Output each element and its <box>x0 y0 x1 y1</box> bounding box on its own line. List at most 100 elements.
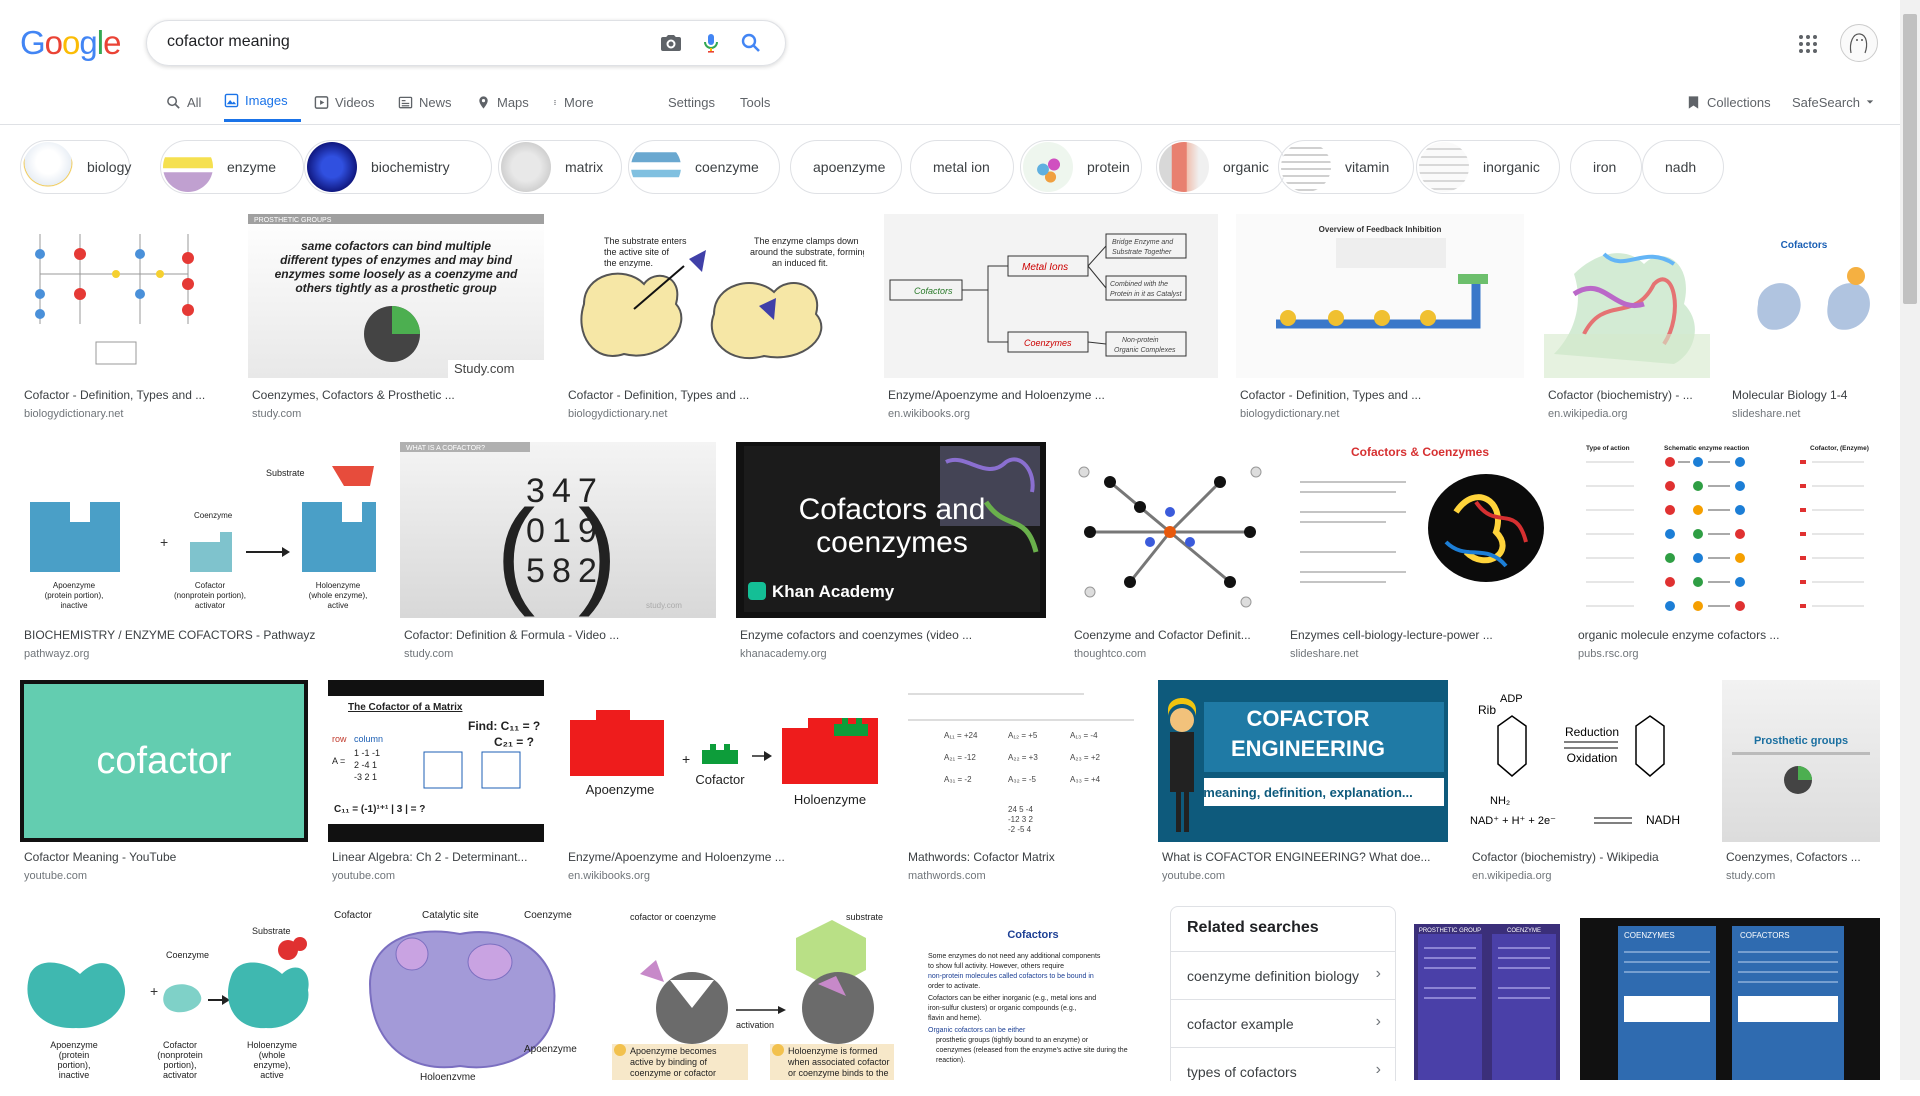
result-thumbnail[interactable]: PROSTHETIC GROUP COENZYME <box>1414 924 1560 1080</box>
image-result[interactable]: Apoenzyme + Cofactor Holoenzyme Enzyme/A… <box>564 680 884 886</box>
image-result[interactable]: The Cofactor of a Matrix Find: C₁₁ = ? C… <box>328 680 544 886</box>
result-caption[interactable]: Cofactor - Definition, Types and ... <box>1240 388 1524 402</box>
result-caption[interactable]: Molecular Biology 1-4 <box>1732 388 1880 402</box>
result-source[interactable]: thoughtco.com <box>1074 648 1146 660</box>
result-caption[interactable]: Cofactor Meaning - YouTube <box>24 850 308 864</box>
camera-icon[interactable] <box>659 31 683 55</box>
result-source[interactable]: study.com <box>252 408 301 420</box>
result-thumbnail[interactable]: Overview of Feedback Inhibition <box>1236 214 1524 378</box>
result-source[interactable]: en.wikipedia.org <box>1548 408 1628 420</box>
chip-inorganic[interactable]: inorganic <box>1416 140 1560 194</box>
result-caption[interactable]: Coenzymes, Cofactors ... <box>1726 850 1880 864</box>
image-result[interactable]: Cofactors Molecular Biology 1-4 slidesha… <box>1728 214 1880 424</box>
image-result[interactable]: Cofactors and coenzymes Khan Academy Enz… <box>736 442 1046 660</box>
google-logo[interactable]: Google <box>20 24 121 62</box>
result-caption[interactable]: Cofactor (biochemistry) - Wikipedia <box>1472 850 1702 864</box>
result-thumbnail[interactable]: Cofactors and coenzymes Khan Academy <box>736 442 1046 618</box>
tab-tools[interactable]: Tools <box>740 82 770 122</box>
image-result[interactable]: + Substrate Coenzyme Apoenzyme (protein … <box>20 442 380 660</box>
result-source[interactable]: en.wikibooks.org <box>888 408 970 420</box>
tab-settings[interactable]: Settings <box>668 82 715 122</box>
result-thumbnail[interactable]: A₁₁ = +24 A₁₂ = +5 A₁₃ = -4 A₂₁ = -12 A₂₂ =… <box>904 680 1138 842</box>
result-source[interactable]: slideshare.net <box>1732 408 1801 420</box>
result-thumbnail[interactable]: Cofactors <box>1728 214 1880 378</box>
collections-button[interactable]: Collections <box>1686 82 1771 122</box>
chip-biochemistry[interactable]: biochemistry <box>304 140 492 194</box>
image-result[interactable]: Overview of Feedback Inhibition Cofactor… <box>1236 214 1524 424</box>
result-source[interactable]: en.wikibooks.org <box>568 870 650 882</box>
chip-biology[interactable]: biology <box>20 140 131 194</box>
result-thumbnail[interactable]: Type of action Schematic enzyme reaction… <box>1574 442 1880 618</box>
result-caption[interactable]: Cofactor - Definition, Types and ... <box>568 388 864 402</box>
chip-matrix[interactable]: matrix <box>498 140 622 194</box>
result-thumbnail[interactable]: Cofactors & Coenzymes <box>1286 442 1554 618</box>
result-caption[interactable]: organic molecule enzyme cofactors ... <box>1578 628 1880 642</box>
image-result[interactable]: cofactor Cofactor Meaning - YouTube yout… <box>20 680 308 886</box>
result-thumbnail[interactable]: The Cofactor of a Matrix Find: C₁₁ = ? C… <box>328 680 544 842</box>
image-result[interactable]: Cofactors Some enzymes do not need any a… <box>916 904 1150 1080</box>
image-result[interactable]: Cofactors Metal Ions Coenzymes Bridge En… <box>884 214 1218 424</box>
chip-metal-ion[interactable]: metal ion <box>910 140 1014 194</box>
image-result[interactable]: PROSTHETIC GROUPS same cofactors can bin… <box>248 214 544 424</box>
microphone-icon[interactable] <box>699 31 723 55</box>
result-source[interactable]: biologydictionary.net <box>24 408 123 420</box>
result-thumbnail[interactable]: cofactor or coenzyme substrate activatio… <box>610 904 894 1080</box>
image-result[interactable]: Prosthetic groups Coenzymes, Cofactors .… <box>1722 680 1880 886</box>
image-result[interactable]: A₁₁ = +24 A₁₂ = +5 A₁₃ = -4 A₂₁ = -12 A₂₂ =… <box>904 680 1138 886</box>
image-result[interactable]: WHAT IS A COFACTOR? ( ) 3 4 7 0 1 9 5 8 … <box>400 442 716 660</box>
result-caption[interactable]: Coenzymes, Cofactors & Prosthetic ... <box>252 388 544 402</box>
image-result[interactable]: Rib ADP NH₂ Reduction Oxidation NAD⁺ + H… <box>1468 680 1702 886</box>
result-source[interactable]: biologydictionary.net <box>568 408 667 420</box>
image-result[interactable]: Cofactors & Coenzymes Enzymes cell-biolo… <box>1286 442 1554 660</box>
tab-all[interactable]: All <box>166 82 201 122</box>
result-caption[interactable]: Enzymes cell-biology-lecture-power ... <box>1290 628 1554 642</box>
chip-coenzyme[interactable]: coenzyme <box>628 140 780 194</box>
image-result[interactable]: Coenzyme and Cofactor Definit... thought… <box>1070 442 1266 660</box>
chip-vitamin[interactable]: vitamin <box>1278 140 1414 194</box>
search-icon[interactable] <box>739 31 763 55</box>
image-result[interactable]: cofactor or coenzyme substrate activatio… <box>610 904 894 1080</box>
tab-more[interactable]: More <box>552 82 594 122</box>
result-source[interactable]: study.com <box>404 648 453 660</box>
chip-nadh[interactable]: nadh <box>1642 140 1724 194</box>
result-caption[interactable]: BIOCHEMISTRY / ENZYME COFACTORS - Pathwa… <box>24 628 380 642</box>
related-search-item[interactable]: cofactor example › <box>1171 999 1395 1048</box>
result-caption[interactable]: Cofactor - Definition, Types and ... <box>24 388 228 402</box>
result-source[interactable]: youtube.com <box>332 870 395 882</box>
tab-videos[interactable]: Videos <box>314 82 375 122</box>
result-thumbnail[interactable]: Cofactor Catalytic site Coenzyme Apoenzy… <box>330 904 590 1080</box>
scrollbar-thumb[interactable] <box>1903 14 1917 304</box>
related-search-item[interactable]: coenzyme definition biology › <box>1171 951 1395 1000</box>
chip-enzyme[interactable]: enzyme <box>160 140 304 194</box>
avatar[interactable] <box>1840 24 1878 62</box>
result-caption[interactable]: Coenzyme and Cofactor Definit... <box>1074 628 1266 642</box>
result-thumbnail[interactable] <box>1070 442 1266 618</box>
result-source[interactable]: youtube.com <box>24 870 87 882</box>
result-source[interactable]: khanacademy.org <box>740 648 827 660</box>
result-thumbnail[interactable]: Cofactors Metal Ions Coenzymes Bridge En… <box>884 214 1218 378</box>
image-result[interactable]: Cofactor - Definition, Types and ... bio… <box>20 214 228 424</box>
search-box[interactable]: cofactor meaning <box>146 20 786 66</box>
result-thumbnail[interactable] <box>1544 214 1710 378</box>
tab-news[interactable]: News <box>398 82 452 122</box>
result-source[interactable]: mathwords.com <box>908 870 986 882</box>
search-input[interactable]: cofactor meaning <box>167 33 290 51</box>
result-thumbnail[interactable]: WHAT IS A COFACTOR? ( ) 3 4 7 0 1 9 5 8 … <box>400 442 716 618</box>
result-caption[interactable]: Cofactor (biochemistry) - ... <box>1548 388 1710 402</box>
image-result[interactable]: Cofactor Catalytic site Coenzyme Apoenzy… <box>330 904 590 1080</box>
chip-protein[interactable]: protein <box>1020 140 1142 194</box>
result-thumbnail[interactable]: cofactor <box>20 680 308 842</box>
result-caption[interactable]: Enzyme cofactors and coenzymes (video ..… <box>740 628 1046 642</box>
result-thumbnail[interactable]: + Coenzyme Substrate Apoenzyme (protein … <box>20 904 310 1080</box>
result-thumbnail[interactable]: + Substrate Coenzyme Apoenzyme (protein … <box>20 442 380 618</box>
image-result[interactable]: + Coenzyme Substrate Apoenzyme (protein … <box>20 904 310 1080</box>
result-caption[interactable]: Mathwords: Cofactor Matrix <box>908 850 1138 864</box>
result-caption[interactable]: What is COFACTOR ENGINEERING? What doe..… <box>1162 850 1448 864</box>
tab-images[interactable]: Images <box>224 82 301 122</box>
image-result[interactable]: The substrate enters the active site of … <box>564 214 864 424</box>
result-caption[interactable]: Enzyme/Apoenzyme and Holoenzyme ... <box>568 850 884 864</box>
result-source[interactable]: slideshare.net <box>1290 648 1359 660</box>
result-thumbnail[interactable]: PROSTHETIC GROUPS same cofactors can bin… <box>248 214 544 378</box>
result-thumbnail[interactable] <box>20 214 228 378</box>
image-result[interactable]: Cofactor (biochemistry) - ... en.wikiped… <box>1544 214 1710 424</box>
